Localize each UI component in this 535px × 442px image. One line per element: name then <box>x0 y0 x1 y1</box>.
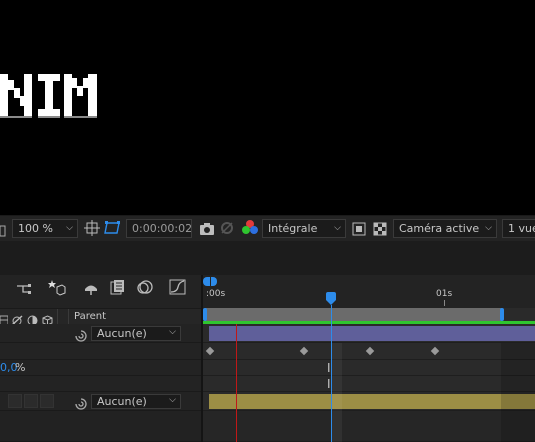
parent-column-label: Parent <box>74 311 107 322</box>
keyframe-diamond[interactable] <box>299 346 309 356</box>
parent-dropdown[interactable]: Aucun(e) ⌵ <box>91 394 181 409</box>
ruler-start-label: :00s <box>206 289 226 299</box>
region-of-interest-icon[interactable] <box>352 221 366 240</box>
layer-duration-bar[interactable] <box>209 394 535 409</box>
work-area-track <box>203 308 535 324</box>
property-row[interactable]: 0,0 % <box>0 360 201 376</box>
column-divider <box>57 309 58 325</box>
composition-viewer[interactable] <box>0 0 535 215</box>
layer-duration-bar[interactable] <box>209 326 535 341</box>
chevron-down-icon: ⌵ <box>334 223 341 233</box>
view-layout-value: 1 vue <box>508 222 535 235</box>
transparency-grid-icon[interactable] <box>373 221 387 240</box>
viewer-toolbar: 100 % ⌵ 0:00:00:02 Intégrale ⌵ Caméra ac… <box>0 215 535 242</box>
chevron-down-icon: ⌵ <box>66 223 73 233</box>
timecode-value: 0:00:00:02 <box>132 222 193 235</box>
hide-shy-layers-icon[interactable] <box>83 280 99 300</box>
timeline-switches-header <box>0 275 201 308</box>
current-time-indicator-head[interactable] <box>326 292 336 300</box>
ruler-mark-label: 01s <box>436 289 453 299</box>
property-row <box>0 376 201 392</box>
camera-dropdown[interactable]: Caméra active ⌵ <box>393 219 497 238</box>
empty-layer-area <box>0 411 201 442</box>
keyframe-diamond[interactable] <box>205 346 215 356</box>
chevron-down-icon: ⌵ <box>169 395 176 405</box>
current-time-indicator-line[interactable] <box>331 305 332 442</box>
chevron-down-icon: ⌵ <box>485 223 492 233</box>
resolution-value: Intégrale <box>268 222 318 235</box>
view-layout-dropdown[interactable]: 1 vue <box>502 219 535 238</box>
panel-separator <box>0 241 535 275</box>
work-area-handle-divider <box>210 277 211 286</box>
layer-switch-box[interactable] <box>8 394 22 408</box>
work-area-bar[interactable] <box>205 308 502 321</box>
parent-dropdown-value: Aucun(e) <box>97 327 147 340</box>
parent-dropdown-value: Aucun(e) <box>97 395 147 408</box>
column-divider <box>68 309 69 325</box>
parent-dropdown[interactable]: Aucun(e) ⌵ <box>91 326 181 341</box>
draft-3d-icon[interactable] <box>48 279 66 301</box>
cti-shade <box>332 343 342 442</box>
property-unit: % <box>15 361 26 374</box>
keyframe-track <box>203 360 535 376</box>
text-cursor-icon: I <box>327 377 331 391</box>
grid-guides-icon[interactable] <box>84 220 100 240</box>
mask-visibility-icon[interactable] <box>104 220 122 240</box>
comp-text-graphic <box>0 74 97 118</box>
layer-track[interactable] <box>203 324 535 343</box>
text-cursor-icon: I <box>327 361 331 375</box>
layer-switch-box[interactable] <box>24 394 38 408</box>
zoom-dropdown[interactable]: 100 % ⌵ <box>12 219 78 238</box>
work-area-start-marker[interactable] <box>203 308 207 321</box>
resolution-dropdown[interactable]: Intégrale ⌵ <box>262 219 346 238</box>
graph-editor-icon[interactable] <box>169 279 187 299</box>
layer-row[interactable]: Aucun(e) ⌵ <box>0 324 201 343</box>
empty-track-area <box>203 411 535 442</box>
color-channel-icon[interactable] <box>241 219 259 241</box>
ruler-tick <box>444 300 445 306</box>
layer-track[interactable] <box>203 392 535 411</box>
property-group-row <box>0 343 201 360</box>
keyframe-diamond[interactable] <box>365 346 375 356</box>
frame-blending-icon[interactable] <box>110 279 126 299</box>
camera-value: Caméra active <box>399 222 480 235</box>
keyframe-track <box>203 376 535 392</box>
composition-flowchart-icon[interactable] <box>16 281 32 300</box>
work-area-end-marker[interactable] <box>500 308 504 321</box>
keyframe-track <box>203 343 535 360</box>
zoom-value: 100 % <box>18 222 53 235</box>
out-of-work-area-shade <box>501 343 535 442</box>
motion-blur-icon[interactable] <box>136 279 154 299</box>
time-ruler[interactable]: :00s 01s <box>203 275 535 308</box>
timecode-display[interactable]: 0:00:00:02 <box>126 219 192 238</box>
camera-snapshot-icon[interactable] <box>199 221 215 240</box>
region-toggle-icon[interactable] <box>0 222 6 241</box>
show-snapshot-icon[interactable] <box>219 220 235 240</box>
keyframe-diamond[interactable] <box>430 346 440 356</box>
time-marker-line <box>236 324 237 442</box>
layer-switch-box[interactable] <box>40 394 54 408</box>
layer-row[interactable]: Aucun(e) ⌵ <box>0 392 201 411</box>
chevron-down-icon: ⌵ <box>169 327 176 337</box>
